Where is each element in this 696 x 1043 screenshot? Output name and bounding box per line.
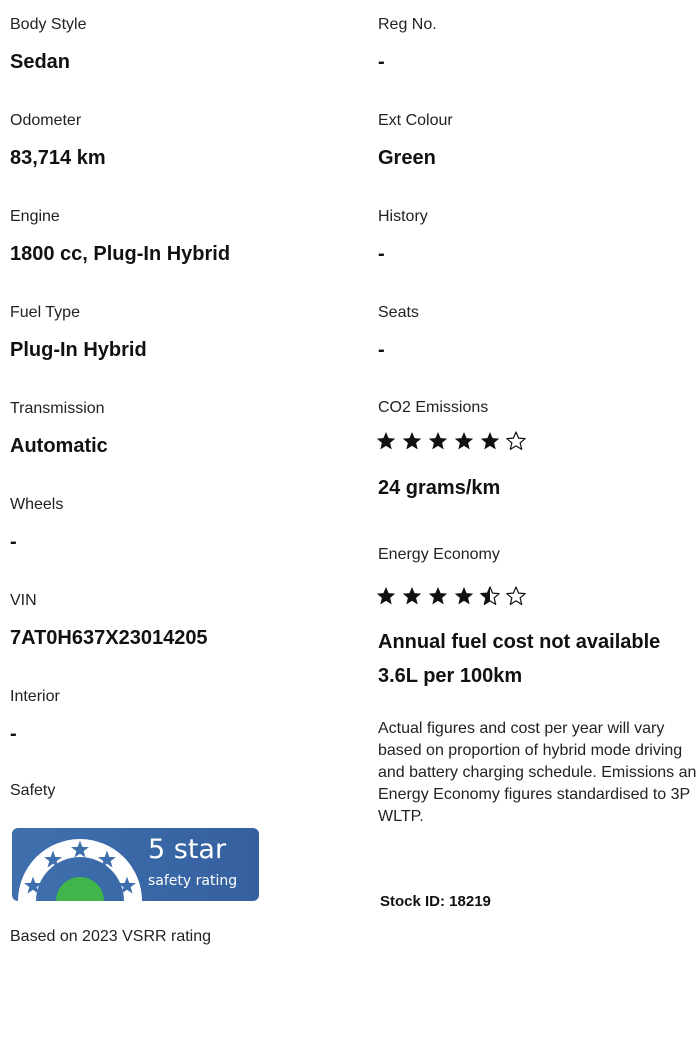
safety-stars-arc-icon	[18, 839, 142, 901]
spec-label: Transmission	[10, 400, 105, 417]
star-filled-icon	[454, 586, 474, 606]
spec-value: -	[378, 339, 385, 361]
spec-body-style: Body Style Sedan	[10, 0, 350, 96]
star-filled-icon	[376, 586, 396, 606]
spec-value: -	[10, 723, 17, 745]
star-filled-icon	[376, 431, 396, 451]
spec-label: Fuel Type	[10, 304, 80, 321]
spec-label: History	[378, 208, 428, 225]
spec-value: Automatic	[10, 435, 108, 457]
economy-disclaimer: Actual figures and cost per year will va…	[378, 720, 696, 825]
co2-star-rating	[376, 431, 526, 451]
spec-wheels: Wheels -	[10, 480, 350, 576]
spec-transmission: Transmission Automatic	[10, 384, 350, 480]
spec-label: Body Style	[10, 16, 87, 33]
spec-value: 83,714 km	[10, 147, 106, 169]
annual-fuel-cost: Annual fuel cost not available	[378, 631, 661, 653]
star-empty-icon	[506, 431, 526, 451]
spec-label: Interior	[10, 688, 60, 705]
spec-reg-no: Reg No. -	[378, 0, 696, 96]
spec-label: Ext Colour	[378, 112, 453, 129]
spec-label: Engine	[10, 208, 60, 225]
spec-label: Odometer	[10, 112, 82, 129]
spec-value: Sedan	[10, 51, 71, 73]
star-half-icon	[480, 586, 500, 606]
safety-label: Safety	[10, 782, 56, 799]
star-filled-icon	[480, 431, 500, 451]
star-filled-icon	[402, 586, 422, 606]
energy-label: Energy Economy	[378, 546, 500, 563]
spec-odometer: Odometer 83,714 km	[10, 96, 350, 192]
spec-value: -	[10, 531, 17, 553]
spec-value: -	[378, 51, 385, 73]
co2-value: 24 grams/km	[378, 477, 501, 499]
star-empty-icon	[506, 586, 526, 606]
stock-id: Stock ID: 18219	[380, 893, 491, 910]
spec-engine: Engine 1800 cc, Plug-In Hybrid	[10, 192, 350, 288]
spec-interior: Interior -	[10, 672, 350, 768]
spec-value: Plug-In Hybrid	[10, 339, 147, 361]
spec-seats: Seats -	[378, 288, 696, 384]
energy-star-rating	[376, 586, 526, 606]
spec-history: History -	[378, 192, 696, 288]
badge-main-text: 5 star	[148, 834, 227, 865]
spec-value: 7AT0H637X23014205	[10, 627, 208, 649]
spec-label: Reg No.	[378, 16, 437, 33]
spec-value: Green	[378, 147, 436, 169]
star-filled-icon	[402, 431, 422, 451]
spec-label: Wheels	[10, 496, 64, 513]
safety-note: Based on 2023 VSRR rating	[10, 928, 212, 945]
spec-value: 1800 cc, Plug-In Hybrid	[10, 243, 231, 265]
right-spec-column: Reg No. - Ext Colour Green History - Sea…	[378, 0, 696, 384]
co2-label: CO2 Emissions	[378, 399, 489, 416]
spec-value: -	[378, 243, 385, 265]
spec-label: VIN	[10, 592, 37, 609]
safety-rating-badge: 5 star safety rating	[12, 828, 259, 901]
spec-label: Seats	[378, 304, 419, 321]
left-spec-column: Body Style Sedan Odometer 83,714 km Engi…	[10, 0, 350, 768]
spec-fuel-type: Fuel Type Plug-In Hybrid	[10, 288, 350, 384]
fuel-consumption: 3.6L per 100km	[378, 665, 523, 687]
star-filled-icon	[428, 431, 448, 451]
star-filled-icon	[454, 431, 474, 451]
badge-sub-text: safety rating	[148, 873, 238, 889]
spec-ext-colour: Ext Colour Green	[378, 96, 696, 192]
spec-vin: VIN 7AT0H637X23014205	[10, 576, 350, 672]
star-filled-icon	[428, 586, 448, 606]
